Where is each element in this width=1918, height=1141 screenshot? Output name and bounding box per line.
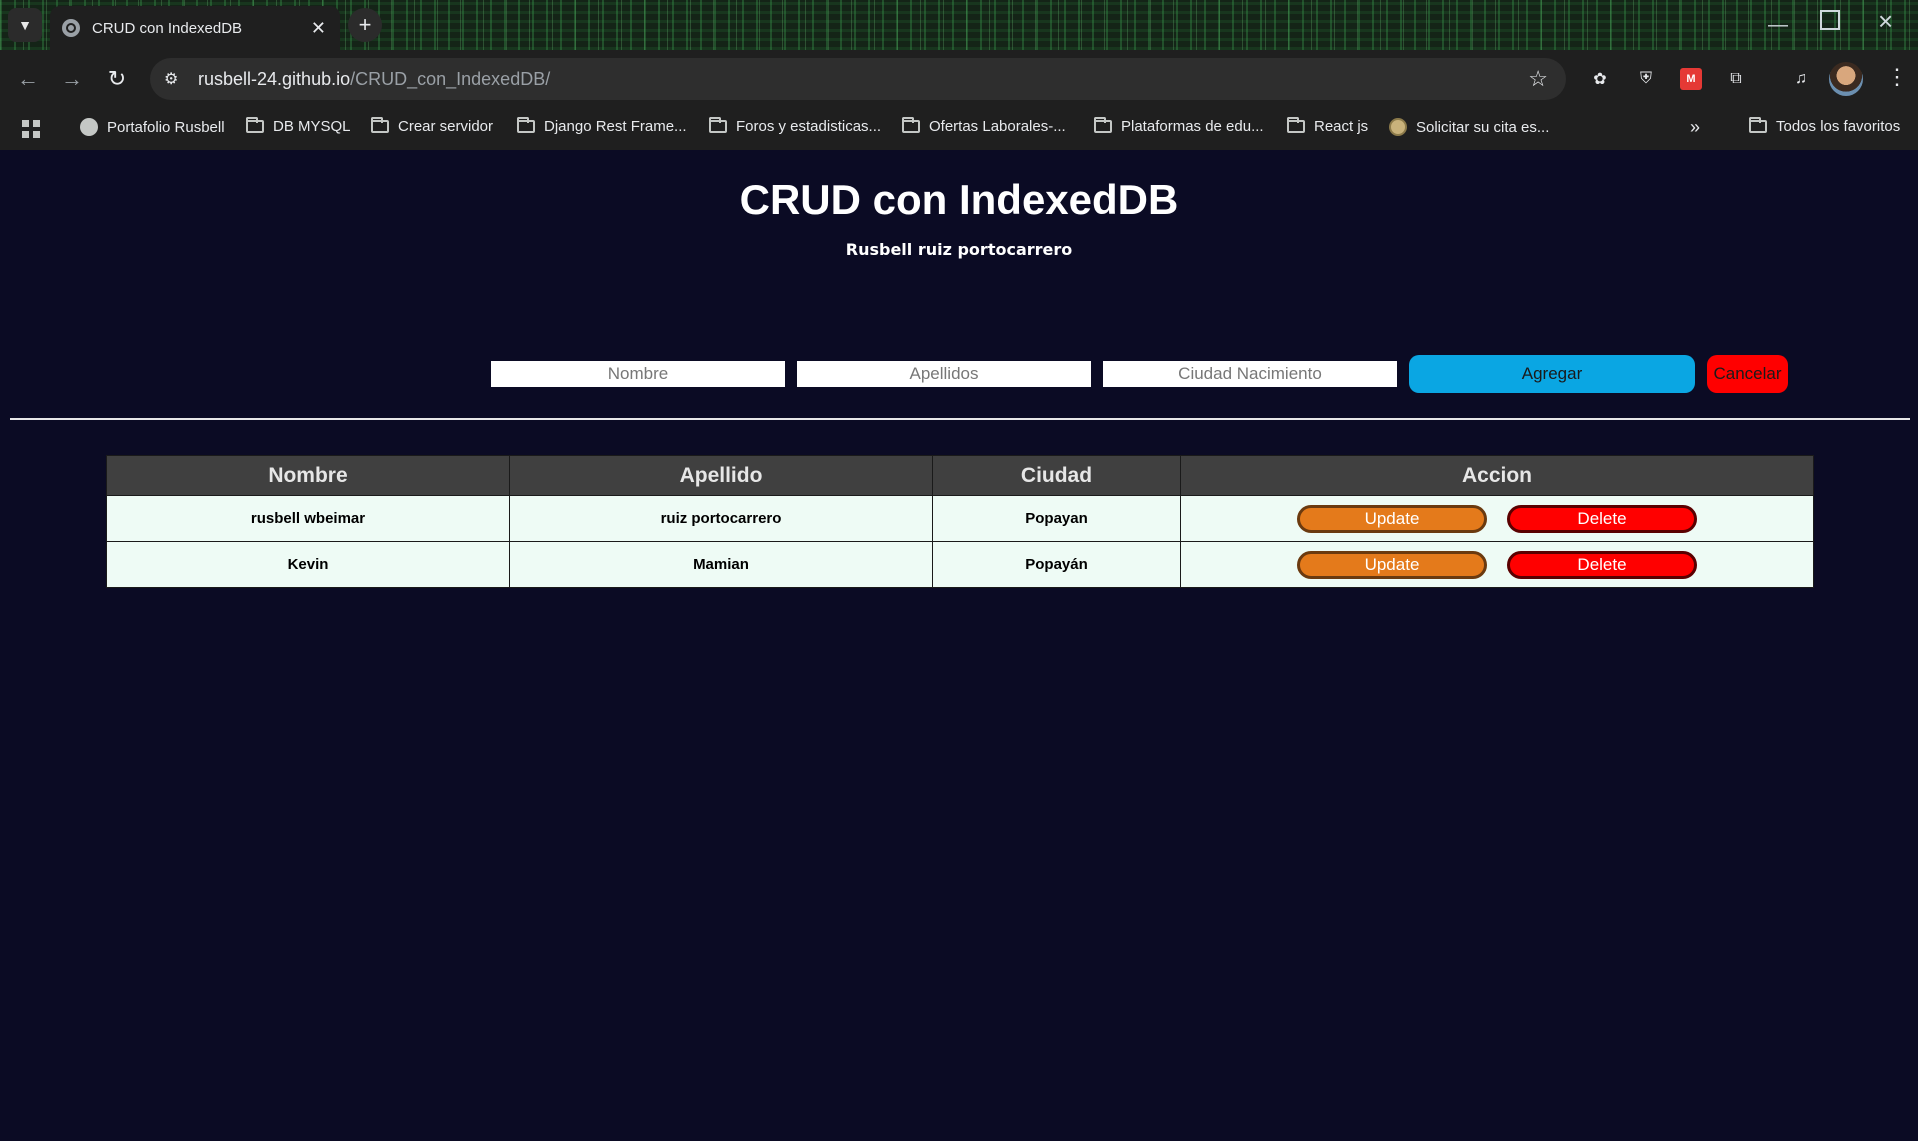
site-info-icon[interactable]: ⚙ [164,69,186,89]
bookmark-label: Plataformas de edu... [1121,118,1264,135]
column-header: Accion [1180,455,1814,496]
tab-title: CRUD con IndexedDB [92,19,243,37]
cell-accion: Update Delete [1180,495,1814,542]
table-header-row: Nombre Apellido Ciudad Accion [106,455,1814,496]
cell-accion: Update Delete [1180,541,1814,588]
chevron-down-icon: ▼ [18,17,32,33]
bookmark-item[interactable]: Ofertas Laborales-... [902,117,1066,135]
nombre-input[interactable] [491,361,785,387]
bookmarks-bar: Portafolio Rusbell DB MYSQL Crear servid… [0,108,1918,150]
extension-shield-icon[interactable]: ⛨ [1635,68,1657,90]
cell-nombre: Kevin [106,541,510,588]
table-row: Kevin Mamian Popayán Update Delete [106,541,1814,588]
extension-icon[interactable]: ✿ [1589,68,1611,90]
update-button[interactable]: Update [1297,504,1487,533]
back-button[interactable]: ← [12,63,44,95]
tab-strip: ▼ CRUD con IndexedDB ✕ + — × [0,0,1918,50]
ciudad-input[interactable] [1103,361,1397,387]
column-header: Nombre [106,455,510,496]
arrow-left-icon: ← [17,66,39,91]
records-table: Nombre Apellido Ciudad Accion rusbell wb… [106,455,1814,588]
active-tab[interactable]: CRUD con IndexedDB ✕ [50,6,340,50]
bookmark-label: Ofertas Laborales-... [929,118,1066,135]
apellidos-input[interactable] [797,361,1091,387]
page-title: CRUD con IndexedDB [739,176,1179,223]
bookmark-item[interactable]: Django Rest Frame... [517,117,687,135]
address-bar[interactable]: ⚙ rusbell-24.github.io/CRUD_con_IndexedD… [150,58,1566,100]
folder-icon [1749,117,1767,133]
browser-toolbar: ← → ↻ ⚙ rusbell-24.github.io/CRUD_con_In… [0,50,1918,108]
url-text[interactable]: rusbell-24.github.io/CRUD_con_IndexedDB/ [198,69,550,90]
bookmark-label: React js [1314,118,1369,135]
folder-icon [1094,117,1112,133]
folder-icon [517,117,535,133]
url-domain: rusbell-24.github.io [198,68,351,89]
bookmark-item[interactable]: Plataformas de edu... [1094,117,1264,135]
bookmark-item[interactable]: Foros y estadisticas... [709,117,882,135]
update-button[interactable]: Update [1297,550,1487,579]
more-bookmarks-icon[interactable]: » [1690,117,1700,138]
forward-button[interactable]: → [56,63,88,95]
close-window-icon[interactable]: × [1878,6,1893,37]
minimize-icon[interactable]: — [1768,14,1788,37]
folder-icon [1287,117,1305,133]
bookmark-item[interactable]: Crear servidor [371,117,494,135]
bookmark-item[interactable]: React js [1287,117,1369,135]
bookmark-label: Todos los favoritos [1776,118,1901,135]
globe-icon [80,118,98,136]
extensions-puzzle-icon[interactable]: ⧉ [1725,68,1747,90]
cell-nombre: rusbell wbeimar [106,495,510,542]
bookmark-item[interactable]: Solicitar su cita es... [1389,118,1549,136]
seal-icon [1389,118,1407,136]
folder-icon [709,117,727,133]
new-tab-button[interactable]: + [348,8,382,42]
extension-red-icon[interactable]: M [1680,68,1702,90]
cell-apellido: ruiz portocarrero [509,495,933,542]
close-tab-icon[interactable]: ✕ [311,18,326,39]
url-path: /CRUD_con_IndexedDB/ [350,68,551,89]
bookmark-item[interactable]: Portafolio Rusbell [80,118,225,136]
bookmark-label: Foros y estadisticas... [736,118,882,135]
bookmark-label: Crear servidor [398,118,494,135]
globe-icon [62,19,80,37]
cell-ciudad: Popayán [932,541,1181,588]
cancelar-button[interactable]: Cancelar [1707,355,1788,393]
bookmark-label: Solicitar su cita es... [1416,118,1550,136]
agregar-button[interactable]: Agregar [1409,355,1695,393]
bookmark-label: DB MYSQL [273,118,351,135]
folder-icon [902,117,920,133]
bookmark-item[interactable]: DB MYSQL [246,117,351,135]
cell-apellido: Mamian [509,541,933,588]
folder-icon [246,117,264,133]
delete-button[interactable]: Delete [1507,504,1697,533]
bookmark-star-icon[interactable]: ☆ [1528,66,1548,92]
bookmark-label: Portafolio Rusbell [107,118,225,136]
column-header: Apellido [509,455,933,496]
page-content: CRUD con IndexedDB Rusbell ruiz portocar… [0,150,1918,1141]
menu-dots-icon[interactable]: ⋮ [1886,64,1908,90]
maximize-icon[interactable] [1820,10,1840,30]
delete-button[interactable]: Delete [1507,550,1697,579]
bookmark-label: Django Rest Frame... [544,118,687,135]
table-row: rusbell wbeimar ruiz portocarrero Popaya… [106,495,1814,542]
folder-icon [371,117,389,133]
profile-avatar[interactable] [1829,62,1863,96]
apps-grid-icon[interactable] [22,120,40,138]
arrow-right-icon: → [61,66,83,91]
page-subtitle: Rusbell ruiz portocarrero [845,240,1073,259]
media-control-icon[interactable]: ♫ [1790,68,1812,90]
tab-search-button[interactable]: ▼ [8,8,42,42]
reload-icon: ↻ [107,66,127,91]
divider [10,418,1910,420]
reload-button[interactable]: ↻ [101,63,133,95]
all-bookmarks[interactable]: Todos los favoritos [1749,117,1901,135]
column-header: Ciudad [932,455,1181,496]
cell-ciudad: Popayan [932,495,1181,542]
